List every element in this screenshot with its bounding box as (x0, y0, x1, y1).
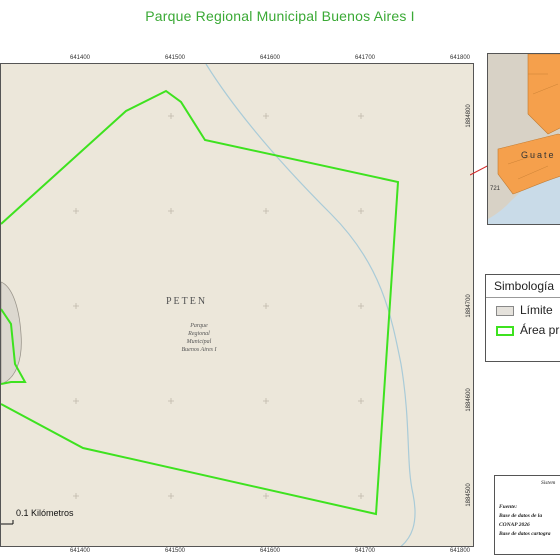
map-canvas (1, 64, 416, 546)
info-box: Sistem Fuente: Base de datos de la CONAP… (494, 475, 560, 555)
river-line (205, 64, 416, 546)
grid-crosses (73, 113, 364, 499)
x-tick-top: 641600 (259, 55, 281, 61)
y-tick-right: 1884700 (466, 294, 472, 318)
x-tick-bottom: 641800 (449, 548, 471, 554)
park-label-line: Buenos Aires I (181, 347, 217, 353)
legend-item-area: Área pr (496, 323, 559, 337)
legend: Simbología Límite Área pr (485, 274, 560, 362)
legend-item-label: Área pr (520, 323, 560, 337)
info-line: CONAP 2026 (499, 522, 530, 528)
gray-box-swatch-icon (496, 305, 514, 316)
map-title: Parque Regional Municipal Buenos Aires I (145, 8, 415, 24)
inset-map[interactable]: Guate 721 (487, 53, 560, 225)
x-tick-top: 641700 (354, 55, 376, 61)
info-heading: Sistem (541, 480, 556, 486)
info-line: Base de datos de la (499, 513, 543, 519)
x-tick-bottom: 641600 (259, 548, 281, 554)
legend-divider (486, 297, 560, 298)
park-label-line: Parque (190, 323, 208, 329)
inset-canvas (488, 54, 560, 219)
inset-small-label: 721 (490, 186, 501, 192)
y-tick-right: 1884600 (466, 388, 472, 412)
park-label: Parque Regional Municipal Buenos Aires I (169, 322, 229, 354)
y-tick-right: 1884500 (466, 483, 472, 507)
info-line: Fuente: (499, 504, 518, 510)
inset-country-label: Guate (521, 150, 556, 160)
green-outline-swatch-icon (496, 325, 514, 336)
x-tick-top: 641400 (69, 55, 91, 61)
region-label: PETEN (166, 296, 208, 307)
x-tick-top: 641800 (449, 55, 471, 61)
park-label-line: Municipal (186, 339, 212, 345)
legend-item-label: Límite (520, 303, 553, 317)
legend-item-limite: Límite (496, 303, 553, 317)
info-line: Base de datos cartogra (499, 531, 551, 537)
x-tick-bottom: 641500 (164, 548, 186, 554)
main-map[interactable]: PETEN Parque Regional Municipal Buenos A… (0, 63, 474, 547)
scale-bar (1, 520, 14, 525)
x-tick-bottom: 641400 (69, 548, 91, 554)
legend-title: Simbología (494, 279, 555, 293)
scale-label: 0.1 Kilómetros (16, 508, 74, 518)
park-label-line: Regional (188, 331, 210, 337)
x-tick-top: 641500 (164, 55, 186, 61)
x-tick-bottom: 641700 (354, 548, 376, 554)
